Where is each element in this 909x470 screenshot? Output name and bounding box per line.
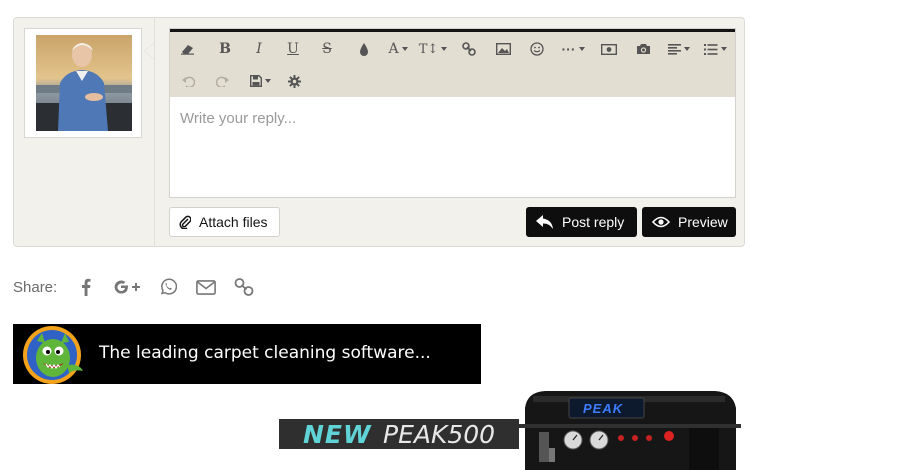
ad-new-label: NEW — [303, 420, 372, 449]
avatar-pointer-inner — [145, 43, 154, 59]
machine-image: PEAK — [519, 388, 741, 470]
image-icon[interactable] — [492, 38, 514, 60]
link-icon[interactable] — [233, 276, 255, 298]
align-icon[interactable] — [664, 38, 694, 60]
editor-toolbar: B I U S A T↕ ··· — [170, 29, 735, 97]
monster-logo — [23, 326, 83, 384]
ad-banner-text: The leading carpet cleaning software... — [99, 343, 431, 363]
quick-reply-block: B I U S A T↕ ··· Write your reply... Att… — [13, 17, 745, 247]
whatsapp-icon[interactable] — [157, 276, 179, 298]
link-icon[interactable] — [458, 38, 480, 60]
attach-files-button[interactable]: Attach files — [169, 207, 280, 237]
reply-placeholder: Write your reply... — [180, 110, 297, 127]
smilie-icon[interactable] — [526, 38, 548, 60]
ad-banner-software[interactable]: The leading carpet cleaning software... — [13, 324, 481, 384]
message-editor: B I U S A T↕ ··· Write your reply... — [169, 28, 736, 198]
share-bar: Share: — [13, 276, 263, 298]
redo-icon[interactable] — [212, 70, 232, 92]
reply-textarea[interactable]: Write your reply... — [170, 97, 735, 197]
user-photo — [36, 35, 132, 131]
italic-icon[interactable]: I — [248, 38, 270, 60]
ad-banner-peak500[interactable]: NEW PEAK500 PEAK — [279, 388, 741, 470]
underline-icon[interactable]: U — [282, 38, 304, 60]
share-label: Share: — [13, 278, 58, 296]
google-plus-icon[interactable] — [113, 276, 141, 298]
undo-icon[interactable] — [178, 70, 198, 92]
paperclip-icon — [179, 215, 191, 229]
list-icon[interactable] — [700, 38, 730, 60]
save-drafts-icon[interactable] — [246, 70, 274, 92]
font-size-icon[interactable]: T↕ — [418, 38, 448, 60]
media-icon[interactable] — [598, 38, 620, 60]
post-reply-label: Post reply — [562, 214, 625, 230]
preview-button[interactable]: Preview — [642, 207, 736, 237]
email-icon[interactable] — [195, 276, 217, 298]
settings-icon[interactable] — [284, 70, 304, 92]
avatar[interactable] — [24, 28, 142, 138]
avatar-column — [14, 18, 155, 246]
strikethrough-icon[interactable]: S — [316, 38, 338, 60]
ad-model-label: PEAK500 — [383, 420, 496, 449]
reply-icon — [536, 215, 553, 229]
camera-icon[interactable] — [632, 38, 654, 60]
eye-icon — [652, 216, 670, 228]
attach-files-label: Attach files — [199, 214, 268, 230]
eraser-icon[interactable] — [176, 38, 200, 60]
post-reply-button[interactable]: Post reply — [526, 207, 637, 237]
font-family-icon[interactable]: A — [384, 38, 412, 60]
preview-label: Preview — [678, 214, 728, 230]
bold-icon[interactable]: B — [214, 38, 236, 60]
text-color-icon[interactable] — [354, 38, 374, 60]
facebook-icon[interactable] — [75, 276, 97, 298]
machine-brand-label: PEAK — [583, 401, 624, 416]
more-icon[interactable]: ··· — [558, 38, 588, 60]
